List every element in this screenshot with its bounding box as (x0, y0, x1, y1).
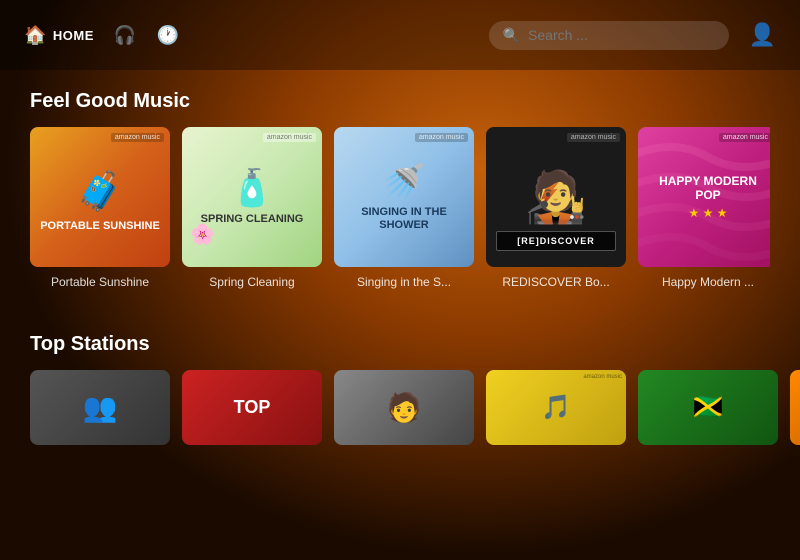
portable-label: Portable Sunshine (30, 275, 170, 289)
search-input[interactable] (528, 27, 715, 43)
station-card-5[interactable]: 🇯🇲 (638, 370, 778, 445)
top-navigation: 🏠 HOME 🎧 🕐 🔍 👤 (0, 0, 800, 70)
card-spring-image: amazon music 🌸 🧴 SPRING CLEANING (182, 127, 322, 267)
shower-icon: 🚿 (383, 162, 425, 202)
suitcase-icon: 🧳 (76, 170, 123, 214)
nav-recent[interactable]: 🕐 (157, 25, 180, 46)
shower-label: Singing in the S... (334, 275, 474, 289)
home-icon: 🏠 (24, 25, 47, 46)
feel-good-cards-row: amazon music 🧳 PORTABLE SUNSHINE Portabl… (30, 127, 770, 289)
stars-decoration: ★ ★ ★ (689, 206, 728, 220)
card-pop-image: amazon music HAPPY MODERN POP ★ ★ ★ (638, 127, 770, 267)
amazon-logo-portable: amazon music (111, 133, 164, 142)
card-rediscover[interactable]: amazon music 🧑‍🎤 [RE]DISCOVER REDISCOVER… (486, 127, 626, 289)
amazon-logo-spring: amazon music (263, 133, 316, 142)
card-shower[interactable]: amazon music 🚿 SINGING IN THE SHOWER Sin… (334, 127, 474, 289)
nav-home[interactable]: 🏠 HOME (24, 25, 94, 46)
main-content: 🏠 HOME 🎧 🕐 🔍 👤 Feel Good Music (0, 0, 800, 560)
feel-good-section: Feel Good Music amazon music 🧳 PORTABLE … (0, 70, 800, 289)
station-3-person-icon: 🧑 (387, 391, 422, 424)
amazon-logo-shower: amazon music (415, 133, 468, 142)
station-1-faces-icon: 👥 (83, 391, 118, 424)
station-2-top-label: TOP (234, 397, 271, 418)
stations-row: 👥 TOP 🧑 amazon music 🎵 🇯🇲 🦊 (30, 370, 770, 445)
jamaica-flag-icon: 🇯🇲 (693, 393, 723, 422)
search-bar[interactable]: 🔍 (489, 21, 729, 50)
station-card-2[interactable]: TOP (182, 370, 322, 445)
spring-label: Spring Cleaning (182, 275, 322, 289)
card-spring-cleaning[interactable]: amazon music 🌸 🧴 SPRING CLEANING Spring … (182, 127, 322, 289)
flower-icon: 🌸 (190, 222, 215, 247)
top-stations-title: Top Stations (30, 333, 770, 356)
nav-headphones[interactable]: 🎧 (114, 25, 137, 46)
station-4-music-icon: 🎵 (541, 393, 571, 422)
station-card-1[interactable]: 👥 (30, 370, 170, 445)
portable-inner-title: PORTABLE SUNSHINE (32, 220, 168, 233)
nav-left-items: 🏠 HOME 🎧 🕐 (24, 25, 180, 46)
station-card-3[interactable]: 🧑 (334, 370, 474, 445)
station-card-4[interactable]: amazon music 🎵 (486, 370, 626, 445)
rediscover-label: REDISCOVER Bo... (486, 275, 626, 289)
headphones-icon: 🎧 (114, 25, 137, 46)
card-portable-sunshine[interactable]: amazon music 🧳 PORTABLE SUNSHINE Portabl… (30, 127, 170, 289)
rediscover-badge: [RE]DISCOVER (496, 231, 616, 251)
shower-inner-title: SINGING IN THE SHOWER (334, 206, 474, 232)
search-icon: 🔍 (503, 27, 520, 44)
card-portable-image: amazon music 🧳 PORTABLE SUNSHINE (30, 127, 170, 267)
home-label: HOME (53, 28, 94, 43)
feel-good-title: Feel Good Music (30, 90, 770, 113)
card-rediscover-image: amazon music 🧑‍🎤 [RE]DISCOVER (486, 127, 626, 267)
spray-icon: 🧴 (230, 167, 275, 209)
user-icon[interactable]: 👤 (749, 22, 776, 48)
amazon-logo-rediscover: amazon music (567, 133, 620, 142)
card-shower-image: amazon music 🚿 SINGING IN THE SHOWER (334, 127, 474, 267)
station-card-6-partial[interactable]: 🦊 (790, 370, 800, 445)
nav-right-items: 🔍 👤 (489, 21, 776, 50)
amazon-logo-station4: amazon music (583, 374, 622, 380)
clock-icon: 🕐 (157, 25, 180, 46)
card-happy-pop[interactable]: amazon music HAPPY MODERN POP ★ ★ ★ Happ… (638, 127, 770, 289)
rediscover-person-icon: 🧑‍🎤 (525, 168, 587, 227)
pop-label: Happy Modern ... (638, 275, 770, 289)
pop-inner-title: HAPPY MODERN POP (638, 174, 770, 203)
top-stations-section: Top Stations 👥 TOP 🧑 amazon music 🎵 🇯🇲 🦊 (0, 313, 800, 445)
